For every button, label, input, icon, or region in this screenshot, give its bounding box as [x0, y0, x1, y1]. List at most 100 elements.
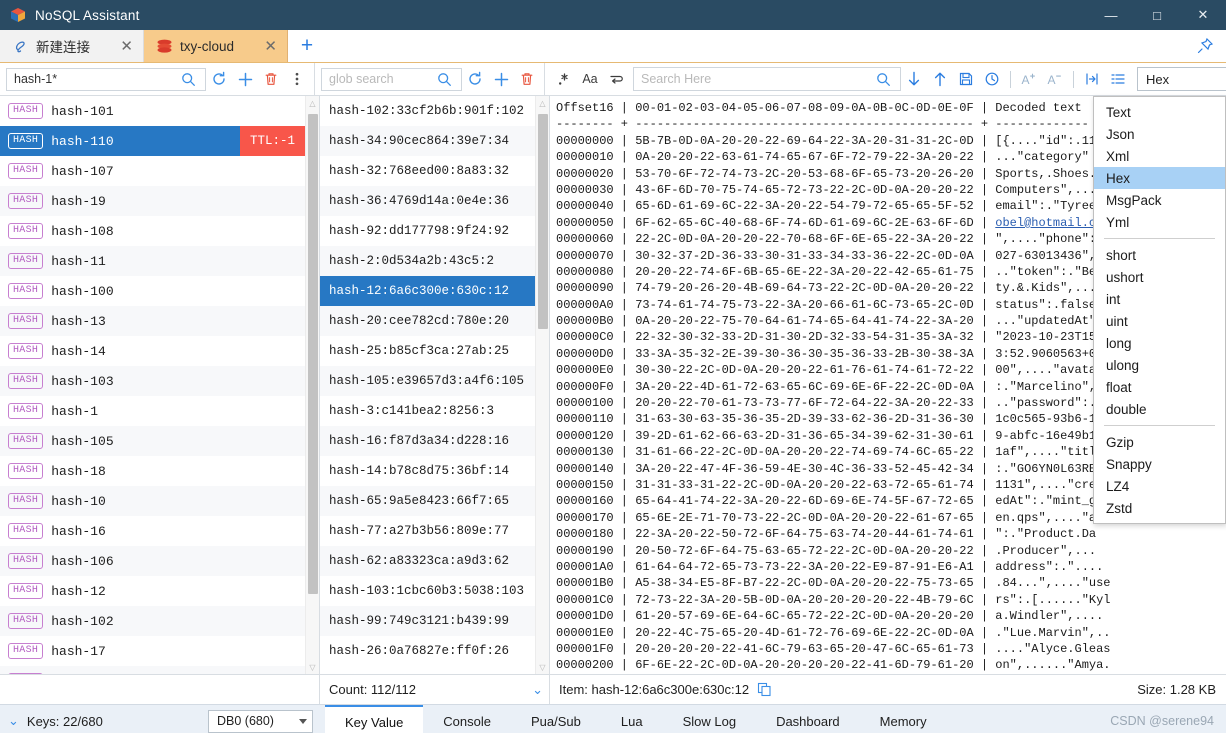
field-row[interactable]: hash-99:749c3121:b439:99	[320, 606, 535, 636]
menu-item-hex[interactable]: Hex	[1094, 167, 1225, 189]
key-row[interactable]: HASHhash-11	[0, 246, 305, 276]
hex-decoded-link[interactable]: obel@hotmail.c	[995, 216, 1096, 230]
plus-icon[interactable]	[232, 66, 258, 92]
font-increase-icon[interactable]: A	[1016, 66, 1042, 92]
scroll-up-icon[interactable]: △	[536, 96, 549, 110]
key-row[interactable]: HASHhash-17	[0, 636, 305, 666]
field-row[interactable]: hash-92:dd177798:9f24:92	[320, 216, 535, 246]
menu-item-zstd[interactable]: Zstd	[1094, 497, 1225, 519]
key-row[interactable]: HASHhash-19	[0, 186, 305, 216]
field-row[interactable]: hash-32:768eed00:8a83:32	[320, 156, 535, 186]
viewer-search-input[interactable]	[641, 72, 870, 86]
menu-item-double[interactable]: double	[1094, 398, 1225, 420]
scroll-up-icon[interactable]: △	[306, 96, 319, 110]
key-row[interactable]: HASHhash-12	[0, 576, 305, 606]
key-row[interactable]: HASHhash-13	[0, 306, 305, 336]
list-icon[interactable]	[1105, 66, 1131, 92]
menu-item-ushort[interactable]: ushort	[1094, 266, 1225, 288]
menu-item-uint[interactable]: uint	[1094, 310, 1225, 332]
keys-list[interactable]: HASHhash-101HASHhash-110TTL:-1HASHhash-1…	[0, 96, 305, 674]
menu-item-float[interactable]: float	[1094, 376, 1225, 398]
wrap-text-icon[interactable]	[603, 66, 629, 92]
key-row[interactable]: HASHhash-101	[0, 96, 305, 126]
field-row[interactable]: hash-16:f87d3a34:d228:16	[320, 426, 535, 456]
tab-txy-cloud[interactable]: txy-cloud ✕	[144, 30, 288, 62]
tab-close-icon[interactable]: ✕	[264, 39, 277, 54]
key-row[interactable]: HASHhash-10	[0, 486, 305, 516]
key-row[interactable]: HASHhash-110TTL:-1	[0, 126, 305, 156]
menu-item-snappy[interactable]: Snappy	[1094, 453, 1225, 475]
search-icon[interactable]	[870, 66, 896, 92]
key-row[interactable]: HASHhash-108	[0, 216, 305, 246]
field-row[interactable]: hash-102:33cf2b6b:901f:102	[320, 96, 535, 126]
field-row[interactable]: hash-14:b78c8d75:36bf:14	[320, 456, 535, 486]
key-row[interactable]: HASHhash-102	[0, 606, 305, 636]
fields-search-box[interactable]	[321, 68, 462, 91]
footer-tab-console[interactable]: Console	[423, 705, 511, 733]
font-decrease-icon[interactable]: A	[1042, 66, 1068, 92]
field-row[interactable]: hash-34:90cec864:39e7:34	[320, 126, 535, 156]
field-row[interactable]: hash-103:1cbc60b3:5038:103	[320, 576, 535, 606]
minimize-button[interactable]: —	[1088, 0, 1134, 30]
plus-icon[interactable]	[488, 66, 514, 92]
tab-new-connection[interactable]: 新建连接 ✕	[0, 30, 144, 62]
pin-icon[interactable]	[1196, 30, 1214, 62]
key-row[interactable]: HASHhash-106	[0, 546, 305, 576]
key-row[interactable]: HASHhash-107	[0, 156, 305, 186]
menu-item-msgpack[interactable]: MsgPack	[1094, 189, 1225, 211]
field-row[interactable]: hash-12:6a6c300e:630c:12	[320, 276, 535, 306]
close-button[interactable]: ✕	[1180, 0, 1226, 30]
scroll-down-icon[interactable]: ▽	[536, 660, 549, 674]
footer-tabs[interactable]: Key ValueConsolePua/SubLuaSlow LogDashbo…	[325, 705, 947, 733]
field-row[interactable]: hash-65:9a5e8423:66f7:65	[320, 486, 535, 516]
keys-scroll-thumb[interactable]	[308, 114, 318, 594]
arrow-down-icon[interactable]	[901, 66, 927, 92]
key-row[interactable]: HASHhash-103	[0, 366, 305, 396]
field-row[interactable]: hash-26:0a76827e:ff0f:26	[320, 636, 535, 666]
key-row[interactable]: HASHhash-100	[0, 276, 305, 306]
menu-item-int[interactable]: int	[1094, 288, 1225, 310]
viewer-search-box[interactable]	[633, 67, 901, 91]
field-row[interactable]: hash-25:b85cf3ca:27ab:25	[320, 336, 535, 366]
menu-item-xml[interactable]: Xml	[1094, 145, 1225, 167]
fields-list[interactable]: hash-102:33cf2b6b:901f:102hash-34:90cec8…	[320, 96, 535, 674]
menu-item-text[interactable]: Text	[1094, 101, 1225, 123]
search-icon[interactable]	[431, 66, 457, 92]
format-dropdown-menu[interactable]: TextJsonXmlHexMsgPackYmlshortushortintui…	[1093, 96, 1226, 524]
fields-scroll-thumb[interactable]	[538, 114, 548, 329]
fields-search-input[interactable]	[329, 72, 431, 86]
key-row[interactable]: HASHhash-18	[0, 456, 305, 486]
footer-tab-slow-log[interactable]: Slow Log	[663, 705, 756, 733]
field-row[interactable]: hash-105:e39657d3:a4f6:105	[320, 366, 535, 396]
key-row[interactable]: HASHhash-109	[0, 666, 305, 674]
maximize-button[interactable]: □	[1134, 0, 1180, 30]
chevron-double-down-icon[interactable]: ⌄	[8, 713, 19, 729]
fields-scrollbar[interactable]: △ ▽	[535, 96, 549, 674]
keys-search-box[interactable]	[6, 68, 206, 91]
field-row[interactable]: hash-77:a27b3b56:809e:77	[320, 516, 535, 546]
footer-tab-pua-sub[interactable]: Pua/Sub	[511, 705, 601, 733]
trash-icon[interactable]	[514, 66, 540, 92]
database-select[interactable]: DB0 (680)	[208, 710, 313, 733]
footer-tab-dashboard[interactable]: Dashboard	[756, 705, 860, 733]
regex-icon[interactable]	[551, 66, 577, 92]
field-row[interactable]: hash-3:c141bea2:8256:3	[320, 396, 535, 426]
refresh-icon[interactable]	[462, 66, 488, 92]
field-row[interactable]: hash-2:0d534a2b:43c5:2	[320, 246, 535, 276]
field-row[interactable]: hash-62:a83323ca:a9d3:62	[320, 546, 535, 576]
add-tab-button[interactable]: +	[288, 30, 326, 62]
menu-item-yml[interactable]: Yml	[1094, 211, 1225, 233]
menu-item-lz4[interactable]: LZ4	[1094, 475, 1225, 497]
menu-item-ulong[interactable]: ulong	[1094, 354, 1225, 376]
menu-item-gzip[interactable]: Gzip	[1094, 431, 1225, 453]
save-disk-icon[interactable]	[953, 66, 979, 92]
key-row[interactable]: HASHhash-1	[0, 396, 305, 426]
tab-close-icon[interactable]: ✕	[120, 39, 133, 54]
format-select[interactable]: Hex	[1137, 67, 1226, 91]
key-row[interactable]: HASHhash-16	[0, 516, 305, 546]
menu-item-json[interactable]: Json	[1094, 123, 1225, 145]
more-vertical-icon[interactable]	[284, 66, 310, 92]
scroll-down-icon[interactable]: ▽	[306, 660, 319, 674]
wrap-lines-icon[interactable]	[1079, 66, 1105, 92]
search-icon[interactable]	[175, 66, 201, 92]
